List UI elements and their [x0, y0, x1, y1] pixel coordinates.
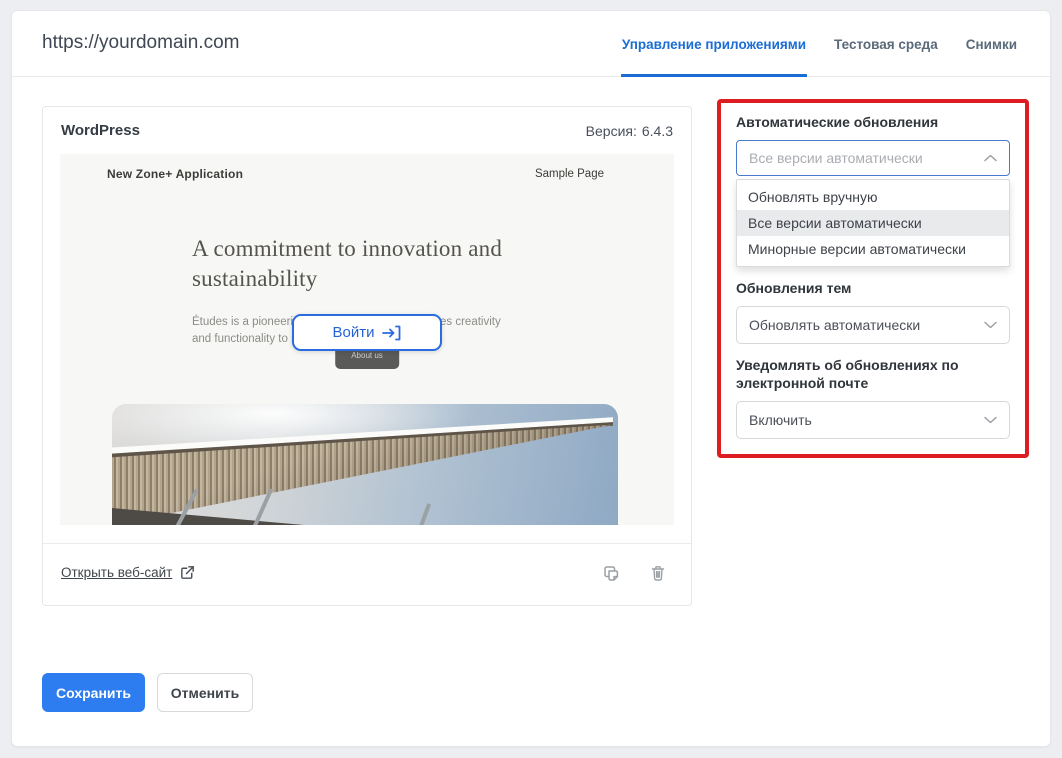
building-photo: [112, 404, 618, 525]
login-button[interactable]: Войти: [292, 314, 442, 351]
card-action-icons: [602, 564, 667, 583]
open-website-link[interactable]: Открыть веб-сайт: [61, 564, 196, 581]
external-link-icon: [179, 564, 196, 581]
preview-heading: A commitment to innovation and sustainab…: [192, 234, 532, 294]
option-update-manually[interactable]: Обновлять вручную: [737, 184, 1009, 210]
auto-updates-select-value: Все версии автоматически: [749, 150, 923, 166]
auto-updates-select[interactable]: Все версии автоматически: [736, 140, 1010, 176]
settings-highlight-panel: Автоматические обновления Все версии авт…: [717, 99, 1029, 458]
main-panel: https://yourdomain.com Управление прилож…: [11, 10, 1051, 747]
open-website-label: Открыть веб-сайт: [61, 565, 172, 580]
site-preview: New Zone+ Application Sample Page A comm…: [60, 154, 674, 525]
tab-snapshots[interactable]: Снимки: [965, 11, 1018, 77]
auto-updates-options: Обновлять вручную Все версии автоматичес…: [736, 179, 1010, 267]
app-version-value: 6.4.3: [642, 123, 673, 139]
arrow-right-into-bracket-icon: [382, 325, 401, 341]
login-button-label: Войти: [333, 324, 375, 341]
delete-button[interactable]: [649, 564, 667, 583]
wordpress-app-card: WordPress Версия: 6.4.3 New Zone+ Applic…: [42, 106, 692, 606]
cancel-button[interactable]: Отменить: [157, 673, 253, 712]
option-all-versions-auto[interactable]: Все версии автоматически: [737, 210, 1009, 236]
email-notifications-select[interactable]: Включить: [736, 401, 1010, 439]
app-version: Версия: 6.4.3: [586, 123, 673, 139]
theme-updates-select-value: Обновлять автоматически: [749, 317, 920, 333]
panel-header: https://yourdomain.com Управление прилож…: [12, 11, 1050, 77]
tab-staging[interactable]: Тестовая среда: [833, 11, 939, 77]
copy-icon: [602, 564, 621, 583]
chevron-down-icon: [984, 321, 997, 329]
card-footer-divider: [43, 543, 691, 544]
chevron-down-icon: [984, 416, 997, 424]
app-title: WordPress: [61, 122, 140, 139]
domain-title: https://yourdomain.com: [42, 32, 239, 54]
preview-nav-link: Sample Page: [535, 168, 604, 180]
theme-updates-label: Обновления тем: [736, 279, 1010, 297]
tab-bar: Управление приложениями Тестовая среда С…: [621, 11, 1018, 77]
auto-updates-label: Автоматические обновления: [736, 113, 1010, 131]
app-version-label: Версия:: [586, 123, 637, 139]
email-notifications-label: Уведомлять об обновлениях по электронной…: [736, 356, 1028, 392]
copy-button[interactable]: [602, 564, 621, 583]
save-button[interactable]: Сохранить: [42, 673, 145, 712]
tab-app-management[interactable]: Управление приложениями: [621, 11, 807, 77]
theme-updates-select[interactable]: Обновлять автоматически: [736, 306, 1010, 344]
option-minor-versions-auto[interactable]: Минорные версии автоматически: [737, 236, 1009, 262]
preview-site-title: New Zone+ Application: [107, 167, 243, 181]
app-card-header: WordPress Версия: 6.4.3: [43, 107, 691, 154]
chevron-up-icon: [984, 154, 997, 162]
trash-icon: [649, 564, 667, 583]
email-notifications-select-value: Включить: [749, 412, 812, 428]
